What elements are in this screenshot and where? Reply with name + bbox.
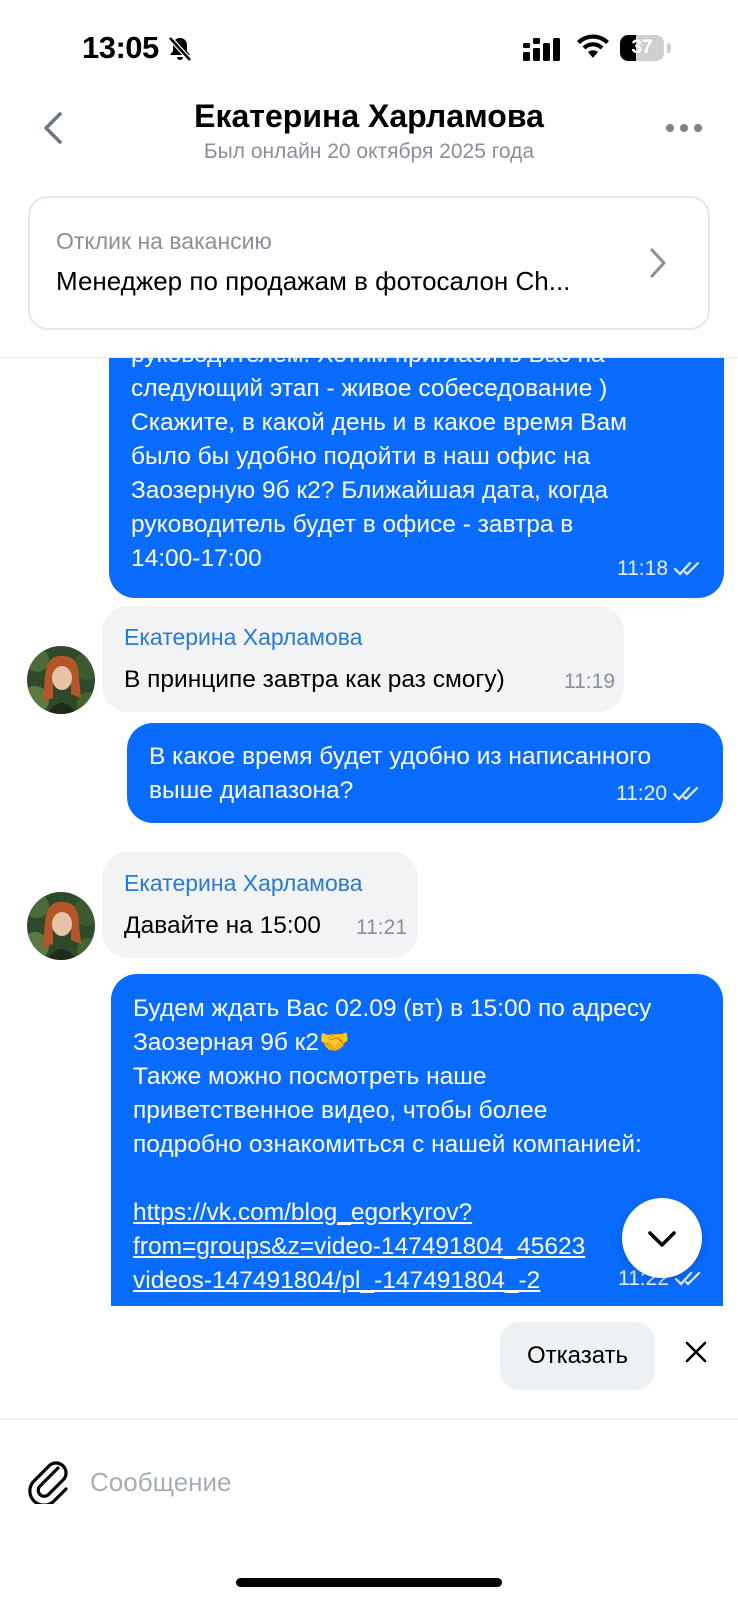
scroll-to-bottom-button[interactable]	[622, 1198, 702, 1278]
message-outgoing[interactable]: В какое время будет удобно из написанног…	[127, 723, 723, 823]
more-icon[interactable]	[666, 118, 702, 138]
paperclip-icon[interactable]	[28, 1458, 70, 1504]
refuse-button[interactable]: Отказать	[500, 1322, 655, 1390]
chat-title: Екатерина Харламова	[194, 98, 544, 134]
message-text: В принципе завтра как раз смогу)	[124, 666, 505, 693]
composer-divider	[0, 1418, 738, 1420]
message-time: 11:20	[616, 782, 667, 805]
sender-name[interactable]: Екатерина Харламова	[124, 624, 363, 651]
double-check-icon	[674, 561, 700, 576]
message-time: 11:18	[617, 557, 668, 580]
message-list[interactable]: руководителем. Хотим пригласить Вас на с…	[0, 358, 738, 1306]
battery-percent: 37	[631, 37, 653, 58]
message-outgoing[interactable]: руководителем. Хотим пригласить Вас на с…	[109, 358, 724, 598]
message-text: руководителем. Хотим пригласить Вас на с…	[131, 358, 627, 572]
message-incoming[interactable]: Екатерина Харламова В принципе завтра ка…	[102, 606, 624, 712]
battery-icon: 37	[620, 35, 672, 63]
message-text: Будем ждать Вас 02.09 (вт) в 15:00 по ад…	[133, 995, 652, 1158]
avatar[interactable]	[27, 892, 95, 960]
chevron-right-icon	[650, 248, 666, 278]
message-incoming[interactable]: Екатерина Харламова Давайте на 15:00 11:…	[102, 852, 418, 958]
chevron-down-icon	[648, 1231, 676, 1247]
status-bar: 13:05 37	[0, 0, 738, 100]
message-time: 11:21	[356, 916, 407, 939]
last-seen-status: Был онлайн 20 октября 2025 года	[203, 140, 535, 163]
message-time: 11:19	[564, 670, 615, 693]
sender-name[interactable]: Екатерина Харламова	[124, 870, 363, 897]
message-text: Давайте на 15:00	[124, 912, 321, 939]
vacancy-label: Отклик на вакансию	[56, 228, 272, 254]
wifi-icon	[577, 34, 609, 58]
status-time: 13:05	[82, 30, 159, 65]
bell-muted-icon	[168, 36, 192, 62]
double-check-icon	[673, 786, 699, 801]
close-icon[interactable]	[684, 1340, 708, 1364]
message-input[interactable]	[90, 1462, 670, 1502]
vacancy-card[interactable]: Отклик на вакансию Менеджер по продажам …	[28, 196, 710, 330]
vacancy-title: Менеджер по продажам в фотосалон Ch...	[56, 266, 571, 296]
home-indicator	[236, 1578, 502, 1587]
avatar[interactable]	[27, 646, 95, 714]
signal-icon	[523, 38, 560, 61]
